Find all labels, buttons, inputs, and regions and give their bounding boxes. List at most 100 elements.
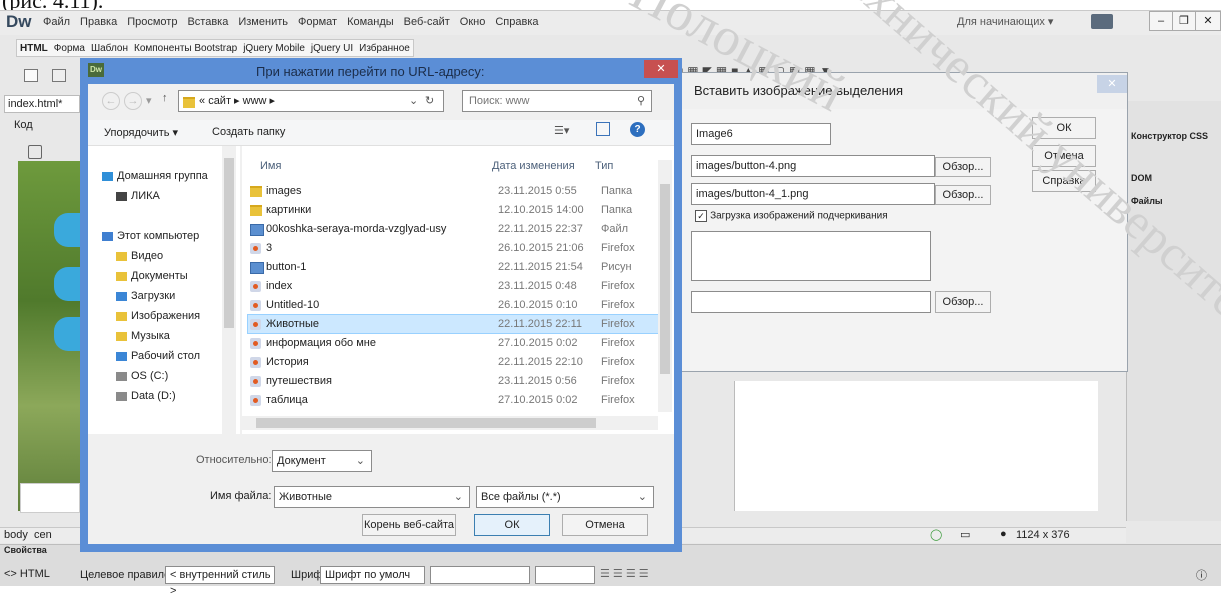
- nav-forward-button[interactable]: →: [124, 92, 142, 110]
- help-icon[interactable]: ?: [630, 122, 645, 137]
- link-url-field[interactable]: [691, 291, 931, 313]
- properties-html-button[interactable]: <> HTML: [4, 568, 50, 580]
- menu-site[interactable]: Веб-сайт: [399, 11, 455, 33]
- device-preview-icon[interactable]: ▭: [960, 528, 970, 541]
- font-color-select[interactable]: [535, 566, 595, 584]
- file-row[interactable]: картинки 12.10.2015 14:00 Папка: [248, 201, 660, 219]
- image-icon[interactable]: [52, 69, 66, 82]
- file-row[interactable]: Животные 22.11.2015 22:11 Firefox: [247, 314, 661, 334]
- menu-commands[interactable]: Команды: [342, 11, 399, 33]
- new-folder-button[interactable]: Создать папку: [212, 126, 285, 138]
- browse-original-button[interactable]: Обзор...: [935, 157, 991, 177]
- preload-checkbox[interactable]: ✓: [695, 210, 707, 223]
- tag-selector-body[interactable]: body: [4, 529, 28, 541]
- tag-selector-center[interactable]: cen: [34, 529, 52, 541]
- original-image-field[interactable]: images/button-4.png: [691, 155, 935, 177]
- tab-jquery-ui[interactable]: jQuery UI: [308, 40, 356, 58]
- nav-item[interactable]: Этот компьютер: [102, 226, 199, 246]
- file-list-hscrollbar[interactable]: [242, 416, 658, 430]
- nav-item[interactable]: OS (C:): [102, 366, 168, 386]
- file-row[interactable]: информация обо мне 27.10.2015 0:02 Firefox: [248, 334, 660, 352]
- menu-modify[interactable]: Изменить: [233, 11, 293, 33]
- target-rule-select[interactable]: < внутренний стиль >: [165, 566, 275, 597]
- nav-item[interactable]: Data (D:): [102, 386, 176, 406]
- tab-jquery-mobile[interactable]: jQuery Mobile: [240, 40, 308, 58]
- nav-back-button[interactable]: ←: [102, 92, 120, 110]
- rollover-close-button[interactable]: ✕: [1097, 75, 1127, 93]
- site-root-button[interactable]: Корень веб-сайта: [362, 514, 456, 536]
- relative-to-select[interactable]: Документ ⌄: [272, 450, 372, 472]
- file-list-hscrollbar-thumb[interactable]: [256, 418, 596, 428]
- search-input[interactable]: [467, 94, 621, 108]
- file-row[interactable]: images 23.11.2015 0:55 Папка: [248, 182, 660, 200]
- alt-text-area[interactable]: [691, 231, 931, 281]
- tab-html[interactable]: HTML: [17, 40, 51, 58]
- nav-item[interactable]: ЛИКА: [102, 186, 160, 206]
- file-type-filter[interactable]: Все файлы (*.*) ⌄: [476, 486, 654, 508]
- nav-item[interactable]: Музыка: [102, 326, 170, 346]
- nav-item[interactable]: Домашняя группа: [102, 166, 208, 186]
- address-dropdown-icon[interactable]: ⌄: [409, 91, 418, 111]
- file-ok-button[interactable]: ОК: [474, 514, 550, 536]
- file-row[interactable]: button-1 22.11.2015 21:54 Рисун: [248, 258, 660, 276]
- file-row[interactable]: 00koshka-seraya-morda-vzglyad-usy 22.11.2…: [248, 220, 660, 238]
- organize-menu[interactable]: Упорядочить ▾: [104, 126, 178, 139]
- nav-item[interactable]: Документы: [102, 266, 188, 286]
- search-box[interactable]: ⚲: [462, 90, 652, 112]
- preview-pane-icon[interactable]: [596, 122, 610, 136]
- file-cancel-button[interactable]: Отмена: [562, 514, 648, 536]
- filename-field[interactable]: Животные ⌄: [274, 486, 470, 508]
- column-type[interactable]: Тип: [595, 160, 613, 172]
- minimize-button[interactable]: –: [1149, 11, 1173, 31]
- tab-bootstrap[interactable]: Компоненты Bootstrap: [131, 40, 240, 58]
- recent-locations-icon[interactable]: ▾: [146, 94, 152, 107]
- nav-scrollbar[interactable]: [222, 146, 236, 434]
- browse-rollover-button[interactable]: Обзор...: [935, 185, 991, 205]
- file-row[interactable]: Untitled-10 26.10.2015 0:10 Firefox: [248, 296, 660, 314]
- align-icons[interactable]: ☰ ☰ ☰ ☰: [600, 567, 649, 580]
- image-name-field[interactable]: Image6: [691, 123, 831, 145]
- preload-checkbox-row[interactable]: ✓ Загрузка изображений подчеркивания: [695, 210, 888, 223]
- address-bar[interactable]: « сайт ▸ www ▸ ⌄ ↻: [178, 90, 444, 112]
- breadcrumb-site[interactable]: сайт: [208, 95, 231, 107]
- refresh-icon[interactable]: [28, 145, 42, 159]
- close-button[interactable]: ✕: [1195, 11, 1221, 31]
- menu-edit[interactable]: Правка: [75, 11, 122, 33]
- nav-item[interactable]: Изображения: [102, 306, 200, 326]
- font-select[interactable]: Шрифт по умолч: [320, 566, 425, 584]
- file-list-vscrollbar-thumb[interactable]: [660, 184, 670, 374]
- up-arrow-icon[interactable]: ↑: [162, 92, 168, 104]
- sync-icon[interactable]: [1091, 14, 1113, 29]
- globe-icon[interactable]: ●: [1000, 528, 1007, 540]
- window-size-readout[interactable]: 1124 x 376: [1016, 529, 1070, 541]
- column-date[interactable]: Дата изменения: [492, 160, 575, 172]
- workspace-switcher[interactable]: Для начинающих ▾: [957, 15, 1053, 28]
- nav-scrollbar-thumb[interactable]: [224, 158, 234, 328]
- file-row[interactable]: 3 26.10.2015 21:06 Firefox: [248, 239, 660, 257]
- tab-form[interactable]: Форма: [51, 40, 88, 58]
- maximize-button[interactable]: ❐: [1172, 11, 1196, 31]
- rollover-image-field[interactable]: images/button-4_1.png: [691, 183, 935, 205]
- browse-link-button[interactable]: Обзор...: [935, 291, 991, 313]
- file-list-vscrollbar[interactable]: [658, 160, 672, 412]
- help-icon[interactable]: ⓘ: [1196, 567, 1207, 583]
- refresh-address-icon[interactable]: ↻: [425, 91, 434, 111]
- file-row[interactable]: История 22.11.2015 22:10 Firefox: [248, 353, 660, 371]
- nav-item[interactable]: Видео: [102, 246, 163, 266]
- column-name[interactable]: Имя: [260, 160, 281, 172]
- design-view[interactable]: [18, 161, 94, 511]
- design-canvas[interactable]: [20, 483, 80, 513]
- tab-template[interactable]: Шаблон: [88, 40, 131, 58]
- breadcrumb-www[interactable]: www: [243, 95, 267, 107]
- document-tab[interactable]: index.html*: [4, 95, 80, 113]
- code-view-icon[interactable]: [24, 69, 38, 82]
- menu-help[interactable]: Справка: [490, 11, 543, 33]
- menu-format[interactable]: Формат: [293, 11, 342, 33]
- menu-file[interactable]: Файл: [38, 11, 75, 33]
- file-dialog-close-button[interactable]: ✕: [644, 60, 678, 78]
- tab-favorites[interactable]: Избранное: [356, 40, 413, 58]
- file-row[interactable]: index 23.11.2015 0:48 Firefox: [248, 277, 660, 295]
- view-options-icon[interactable]: ☰▾: [554, 124, 569, 137]
- menu-insert[interactable]: Вставка: [182, 11, 233, 33]
- code-view-button[interactable]: Код: [14, 115, 44, 135]
